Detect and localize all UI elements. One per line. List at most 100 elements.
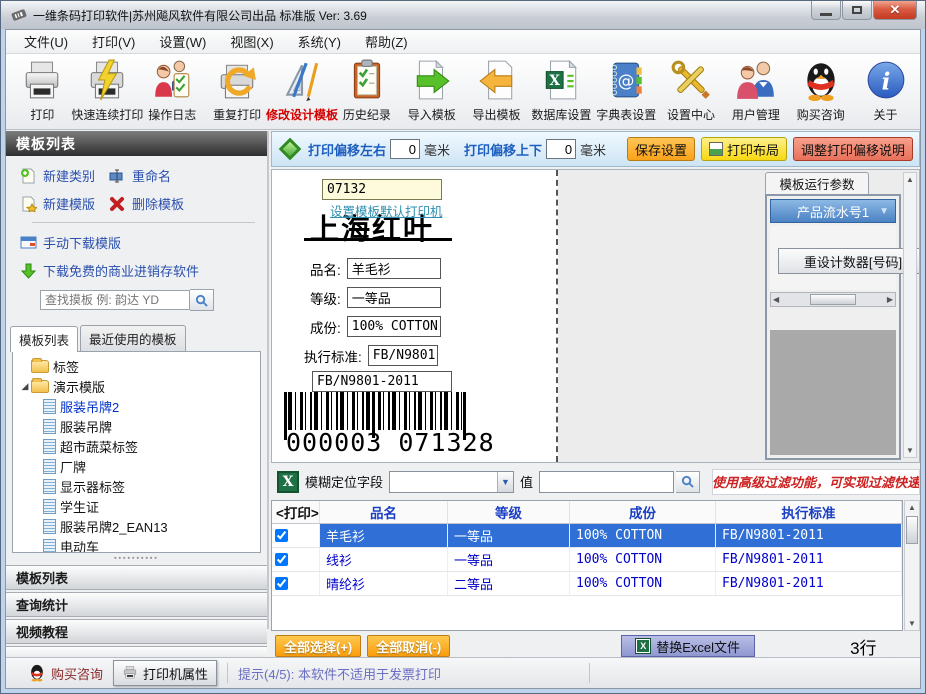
label-code-input[interactable] <box>322 179 442 200</box>
toolbar-about[interactable]: i 关于 <box>853 56 918 128</box>
scroll-up-icon[interactable]: ▲ <box>908 503 916 512</box>
toolbar-settings-center[interactable]: 设置中心 <box>659 56 724 128</box>
field-value: 一等品 <box>347 287 441 308</box>
export-template-icon <box>474 56 520 104</box>
scroll-right-icon[interactable]: ▶ <box>887 295 893 304</box>
replace-excel-button[interactable]: X替换Excel文件 <box>621 635 755 657</box>
tree-item-template[interactable]: 超市蔬菜标签 <box>19 436 260 456</box>
menu-file[interactable]: 文件(U) <box>14 29 82 54</box>
new-category-link[interactable]: 新建类别 <box>43 166 95 185</box>
select-all-button[interactable]: 全部选择(+) <box>275 635 361 657</box>
grid-header-row: <打印> 品名 等级 成份 执行标准 <box>272 501 902 524</box>
field-label: 执行标准: <box>304 346 362 366</box>
menu-print[interactable]: 打印(V) <box>82 29 149 54</box>
col-grade[interactable]: 等级 <box>448 501 570 523</box>
label-canvas[interactable]: 设置模板默认打印机 上海红叶 品名: 羊毛衫 等级: 一等品 成份: 100% … <box>272 170 558 462</box>
param-group-header[interactable]: 产品流水号1▼ <box>770 199 896 223</box>
label-preview-region: 设置模板默认打印机 上海红叶 品名: 羊毛衫 等级: 一等品 成份: 100% … <box>271 169 920 463</box>
accordion-video-tutorial[interactable]: 视频教程 <box>6 619 267 644</box>
close-button[interactable]: ✕ <box>873 1 917 20</box>
print-layout-button[interactable]: 打印布局 <box>701 137 787 161</box>
offset-ud-input[interactable] <box>546 139 576 159</box>
row-print-checkbox[interactable] <box>275 553 288 566</box>
col-name[interactable]: 品名 <box>320 501 448 523</box>
tab-run-params[interactable]: 模板运行参数 <box>765 172 869 194</box>
table-row[interactable]: 晴纶衫 二等品 100% COTTON FB/N9801-2011 <box>272 572 902 596</box>
tree-item-template[interactable]: 厂牌 <box>19 456 260 476</box>
tree-folder-demo[interactable]: ◢演示模版 <box>19 376 260 396</box>
minimize-button[interactable] <box>811 1 841 20</box>
toolbar-user-management[interactable]: 用户管理 <box>723 56 788 128</box>
scroll-down-icon[interactable]: ▼ <box>906 446 914 455</box>
row-print-checkbox[interactable] <box>275 529 288 542</box>
params-hscrollbar[interactable]: ◀▶ <box>770 292 896 307</box>
row-print-checkbox[interactable] <box>275 577 288 590</box>
toolbar-dictionary-settings[interactable]: @ 字典表设置 <box>594 56 659 128</box>
deselect-all-button[interactable]: 全部取消(-) <box>367 635 450 657</box>
search-template-input[interactable] <box>40 290 190 310</box>
tree-item-template[interactable]: 服装吊牌2 <box>19 396 260 416</box>
qq-icon <box>28 663 46 683</box>
scroll-thumb[interactable] <box>810 294 856 305</box>
reset-counter-button[interactable]: 重设计数器[号码] <box>778 248 920 274</box>
toolbar-history[interactable]: 历史纪录 <box>334 56 399 128</box>
table-row[interactable]: 线衫 一等品 100% COTTON FB/N9801-2011 <box>272 548 902 572</box>
scroll-left-icon[interactable]: ◀ <box>773 295 779 304</box>
tab-recent-templates[interactable]: 最近使用的模板 <box>80 325 186 351</box>
grid-vscrollbar[interactable]: ▲▼ <box>904 500 920 631</box>
tree-item-template[interactable]: 服装吊牌2_EAN13 <box>19 516 260 536</box>
menu-system[interactable]: 系统(Y) <box>288 29 355 54</box>
toolbar-print[interactable]: 打印 <box>10 56 75 128</box>
toolbar-operation-log[interactable]: 操作日志 <box>140 56 205 128</box>
filter-search-button[interactable] <box>676 471 700 493</box>
about-icon: i <box>863 56 909 104</box>
chevron-down-icon: ▼ <box>879 206 889 217</box>
maximize-button[interactable] <box>842 1 872 20</box>
data-grid: <打印> 品名 等级 成份 执行标准 羊毛衫 一等品 100% COTTON F… <box>271 500 903 631</box>
menu-help[interactable]: 帮助(Z) <box>355 29 422 54</box>
toolbar-repeat-print[interactable]: 重复打印 <box>205 56 270 128</box>
accordion-template-list[interactable]: 模板列表 <box>6 565 267 590</box>
excel-icon: X <box>636 639 650 653</box>
scroll-up-icon[interactable]: ▲ <box>906 175 914 184</box>
tree-item-template[interactable]: 学生证 <box>19 496 260 516</box>
tab-template-list[interactable]: 模板列表 <box>10 326 78 352</box>
toolbar-database-settings[interactable]: X 数据库设置 <box>529 56 594 128</box>
set-default-printer-link[interactable]: 设置模板默认打印机 <box>330 201 443 220</box>
filter-field-select[interactable]: ▼ <box>389 471 514 493</box>
col-composition[interactable]: 成份 <box>570 501 716 523</box>
tree-folder-root[interactable]: 标签 <box>19 356 260 376</box>
tree-item-template[interactable]: 服装吊牌 <box>19 416 260 436</box>
manual-download-link[interactable]: 手动下载模版 <box>43 233 121 252</box>
toolbar-quick-print[interactable]: 快速连续打印 <box>75 56 140 128</box>
menu-settings[interactable]: 设置(W) <box>149 29 220 54</box>
tree-item-template[interactable]: 显示器标签 <box>19 476 260 496</box>
printer-properties-button[interactable]: 打印机属性 <box>113 660 217 686</box>
adjust-offset-help-button[interactable]: 调整打印偏移说明 <box>793 137 913 161</box>
toolbar-purchase-consult[interactable]: 购买咨询 <box>788 56 853 128</box>
scroll-down-icon[interactable]: ▼ <box>908 619 916 628</box>
field-label: 成份: <box>310 317 341 337</box>
offset-lr-input[interactable] <box>390 139 420 159</box>
toolbar-export-template[interactable]: 导出模板 <box>464 56 529 128</box>
expand-arrow-icon[interactable]: ◢ <box>19 381 31 392</box>
new-template-link[interactable]: 新建模版 <box>43 194 95 213</box>
col-standard[interactable]: 执行标准 <box>716 501 902 523</box>
tree-item-template[interactable]: 电动车 <box>19 536 260 553</box>
toolbar-design-template[interactable]: 修改设计模板 <box>269 56 334 128</box>
save-settings-button[interactable]: 保存设置 <box>627 137 695 161</box>
filter-value-input[interactable] <box>539 471 674 493</box>
delete-template-link[interactable]: 删除模板 <box>132 194 184 213</box>
splitter-handle[interactable]: ▪▪▪▪▪▪▪▪▪▪ <box>6 553 267 563</box>
scroll-thumb[interactable] <box>906 516 918 544</box>
menu-view[interactable]: 视图(X) <box>220 29 287 54</box>
accordion-query-stats[interactable]: 查询统计 <box>6 592 267 617</box>
rename-link[interactable]: 重命名 <box>132 166 171 185</box>
col-print[interactable]: <打印> <box>272 501 320 523</box>
download-free-link[interactable]: 下载免费的商业进销存软件 <box>43 261 199 280</box>
search-template-button[interactable] <box>190 289 214 311</box>
preview-vscrollbar[interactable]: ▲▼ <box>903 172 917 458</box>
table-row[interactable]: 羊毛衫 一等品 100% COTTON FB/N9801-2011 <box>272 524 902 548</box>
buy-consult-link[interactable]: 购买咨询 <box>28 663 103 683</box>
toolbar-import-template[interactable]: 导入模板 <box>399 56 464 128</box>
